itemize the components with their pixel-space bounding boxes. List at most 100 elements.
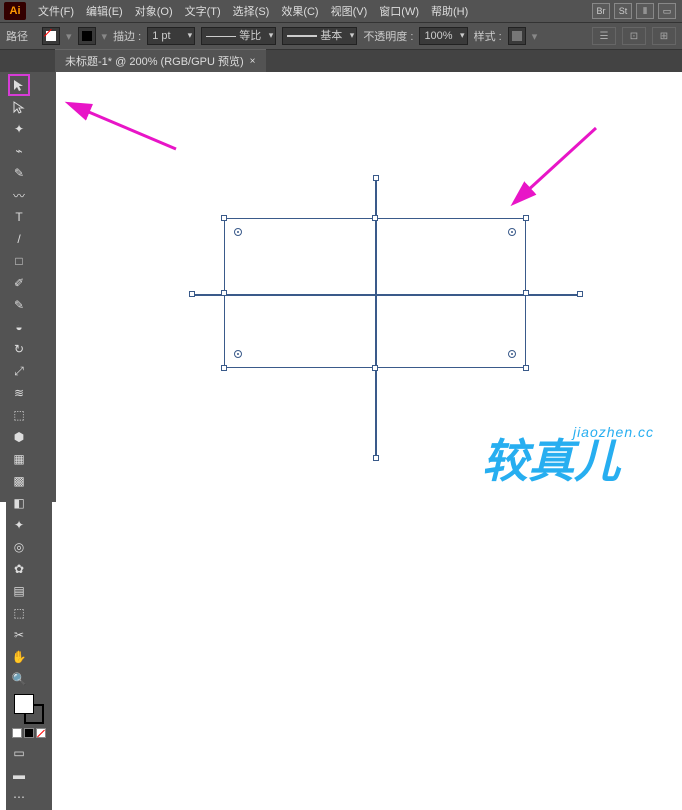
screen-mode-full[interactable]: ▬	[9, 765, 29, 785]
selected-rectangle[interactable]	[224, 218, 526, 368]
rectangle-tool[interactable]: □	[9, 251, 29, 271]
rotate-tool[interactable]: ↻	[9, 339, 29, 359]
brush-profile-field[interactable]: 等比	[201, 27, 276, 45]
brush-definition-field[interactable]: 基本	[282, 27, 357, 45]
eyedropper-tool[interactable]: ✦	[9, 515, 29, 535]
watermark-logo: 较真儿	[482, 433, 672, 496]
selection-handle-mr[interactable]	[523, 290, 529, 296]
slice-tool[interactable]: ✂	[9, 625, 29, 645]
live-corner-tr[interactable]	[508, 228, 516, 236]
brush-definition-value: 基本	[320, 30, 342, 42]
document-tab-title: 未标题-1* @ 200% (RGB/GPU 预览)	[65, 53, 244, 69]
shape-builder-tool[interactable]: ⬢	[9, 427, 29, 447]
direct-selection-tool[interactable]	[9, 97, 29, 117]
tab-bar: 未标题-1* @ 200% (RGB/GPU 预览) ×	[0, 50, 682, 72]
opacity-field[interactable]: 100%	[419, 27, 467, 45]
gradient-tool[interactable]: ◧	[9, 493, 29, 513]
eraser-tool[interactable]: ◒	[9, 317, 29, 337]
menu-select[interactable]: 选择(S)	[227, 3, 276, 19]
opacity-label: 不透明度 :	[363, 28, 413, 44]
artboard-tool[interactable]: ⬚	[9, 603, 29, 623]
app-logo: Ai	[4, 2, 26, 20]
blend-tool[interactable]: ◎	[9, 537, 29, 557]
zoom-tool[interactable]: 🔍	[9, 669, 29, 689]
opt-path-label: 路径	[6, 28, 36, 44]
menu-bar: Ai 文件(F) 编辑(E) 对象(O) 文字(T) 选择(S) 效果(C) 视…	[0, 0, 682, 22]
screen-mode-normal[interactable]: ▭	[9, 743, 29, 763]
color-mode-icon[interactable]	[12, 728, 22, 738]
menu-file[interactable]: 文件(F)	[32, 3, 80, 19]
edit-toolbar-icon[interactable]: ⋯	[9, 787, 29, 807]
selection-handle-bm[interactable]	[372, 365, 378, 371]
menu-type[interactable]: 文字(T)	[179, 3, 227, 19]
selection-tool[interactable]	[9, 75, 29, 95]
menu-object[interactable]: 对象(O)	[129, 3, 179, 19]
stroke-width-field[interactable]: 1 pt	[147, 27, 195, 45]
menu-window[interactable]: 窗口(W)	[373, 3, 425, 19]
fill-color-icon[interactable]	[14, 694, 34, 714]
stroke-swatch[interactable]	[78, 27, 96, 45]
menu-effect[interactable]: 效果(C)	[275, 3, 324, 19]
magic-wand-tool[interactable]: ✦	[9, 119, 29, 139]
align-icon[interactable]: ☰	[592, 27, 616, 45]
none-mode-icon[interactable]	[36, 728, 46, 738]
fill-swatch[interactable]	[42, 27, 60, 45]
document-tab[interactable]: 未标题-1* @ 200% (RGB/GPU 预览) ×	[55, 49, 266, 72]
lasso-tool[interactable]: ⌁	[9, 141, 29, 161]
close-tab-icon[interactable]: ×	[250, 56, 256, 67]
workspace-icon[interactable]: ▭	[658, 3, 676, 19]
menu-edit[interactable]: 编辑(E)	[80, 3, 129, 19]
stock-icon[interactable]: St	[614, 3, 632, 19]
selection-handle-tr[interactable]	[523, 215, 529, 221]
brush-profile-value: 等比	[239, 30, 261, 42]
line-end-handle[interactable]	[189, 291, 195, 297]
live-corner-br[interactable]	[508, 350, 516, 358]
selection-handle-bl[interactable]	[221, 365, 227, 371]
options-bar: 路径 ▾ ▾ 描边 : 1 pt 等比 基本 不透明度 : 100% 样式 : …	[0, 22, 682, 50]
canvas-area[interactable]: jiaozhen.cc 较真儿	[56, 72, 682, 502]
selection-handle-br[interactable]	[523, 365, 529, 371]
selection-handle-tl[interactable]	[221, 215, 227, 221]
tools-panel: ✦ ⌁ ✎ 〰 T / □ ✐ ✎ ◒ ↻ ⤢ ≋ ⬚ ⬢ ▦ ▩ ◧ ✦ ◎ …	[6, 72, 52, 810]
arrange-icon[interactable]: ⫴	[636, 3, 654, 19]
opacity-value: 100%	[424, 30, 452, 42]
line-end-handle[interactable]	[577, 291, 583, 297]
stroke-width-value: 1 pt	[152, 30, 170, 42]
symbol-sprayer-tool[interactable]: ✿	[9, 559, 29, 579]
line-end-handle[interactable]	[373, 175, 379, 181]
bridge-icon[interactable]: Br	[592, 3, 610, 19]
app-frame: Ai 文件(F) 编辑(E) 对象(O) 文字(T) 选择(S) 效果(C) 视…	[0, 0, 682, 502]
annotation-arrow-left	[76, 104, 186, 159]
scale-tool[interactable]: ⤢	[9, 361, 29, 381]
watermark-logo-text: 较真儿	[482, 435, 622, 487]
menu-help[interactable]: 帮助(H)	[425, 3, 474, 19]
menu-view[interactable]: 视图(V)	[325, 3, 374, 19]
annotation-arrow-right	[496, 122, 606, 207]
live-corner-tl[interactable]	[234, 228, 242, 236]
style-swatch[interactable]	[508, 27, 526, 45]
type-tool[interactable]: T	[9, 207, 29, 227]
curvature-tool[interactable]: 〰	[9, 185, 29, 205]
mesh-tool[interactable]: ▩	[9, 471, 29, 491]
line-end-handle[interactable]	[373, 455, 379, 461]
paintbrush-tool[interactable]: ✐	[9, 273, 29, 293]
style-label: 样式 :	[474, 28, 502, 44]
hand-tool[interactable]: ✋	[9, 647, 29, 667]
fill-stroke-control[interactable]	[8, 690, 50, 742]
shaper-tool[interactable]: ✎	[9, 295, 29, 315]
live-corner-bl[interactable]	[234, 350, 242, 358]
line-tool[interactable]: /	[9, 229, 29, 249]
column-graph-tool[interactable]: ▤	[9, 581, 29, 601]
menubar-right-icons: Br St ⫴ ▭	[592, 3, 682, 19]
pen-tool[interactable]: ✎	[9, 163, 29, 183]
free-transform-tool[interactable]: ⬚	[9, 405, 29, 425]
isolate-icon[interactable]: ⊞	[652, 27, 676, 45]
artboard[interactable]: jiaozhen.cc 较真儿	[56, 72, 682, 502]
selection-handle-ml[interactable]	[221, 290, 227, 296]
stroke-label: 描边 :	[113, 28, 141, 44]
selection-handle-tm[interactable]	[372, 215, 378, 221]
width-tool[interactable]: ≋	[9, 383, 29, 403]
perspective-tool[interactable]: ▦	[9, 449, 29, 469]
gradient-mode-icon[interactable]	[24, 728, 34, 738]
transform-icon[interactable]: ⊡	[622, 27, 646, 45]
